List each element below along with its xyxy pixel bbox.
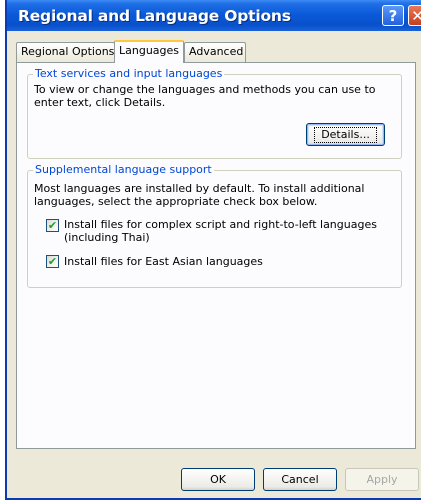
window-title: Regional and Language Options: [18, 6, 291, 25]
check-icon: ✔: [47, 219, 58, 232]
tab-regional-options[interactable]: Regional Options: [16, 42, 115, 62]
details-button[interactable]: Details...: [306, 123, 385, 146]
close-button[interactable]: ✕: [408, 5, 421, 26]
title-bar[interactable]: Regional and Language Options ? ✕: [7, 0, 421, 31]
details-button-label: Details...: [314, 126, 377, 143]
supplemental-group: Supplemental language support Most langu…: [27, 163, 402, 288]
apply-button[interactable]: Apply: [345, 468, 419, 491]
help-icon: ?: [388, 6, 398, 25]
tab-languages[interactable]: Languages: [114, 40, 184, 63]
tab-panel-languages: Text services and input languages To vie…: [16, 62, 416, 449]
east-asian-label[interactable]: Install files for East Asian languages: [64, 255, 394, 268]
complex-script-label[interactable]: Install files for complex script and rig…: [64, 218, 394, 244]
text-services-description: To view or change the languages and meth…: [34, 83, 376, 109]
supplemental-title: Supplemental language support: [33, 163, 214, 177]
dialog-window: Regional and Language Options ? ✕ Region…: [5, 0, 421, 500]
help-button[interactable]: ?: [382, 5, 404, 26]
text-services-title: Text services and input languages: [33, 67, 225, 81]
tab-advanced[interactable]: Advanced: [184, 42, 246, 62]
cancel-button[interactable]: Cancel: [263, 468, 337, 491]
close-icon: ✕: [411, 6, 421, 25]
ok-button[interactable]: OK: [181, 468, 255, 491]
text-services-group: Text services and input languages To vie…: [27, 67, 402, 159]
east-asian-checkbox[interactable]: ✔: [46, 255, 59, 268]
check-icon: ✔: [47, 255, 58, 268]
complex-script-checkbox[interactable]: ✔: [46, 219, 59, 232]
supplemental-description: Most languages are installed by default.…: [34, 182, 365, 208]
